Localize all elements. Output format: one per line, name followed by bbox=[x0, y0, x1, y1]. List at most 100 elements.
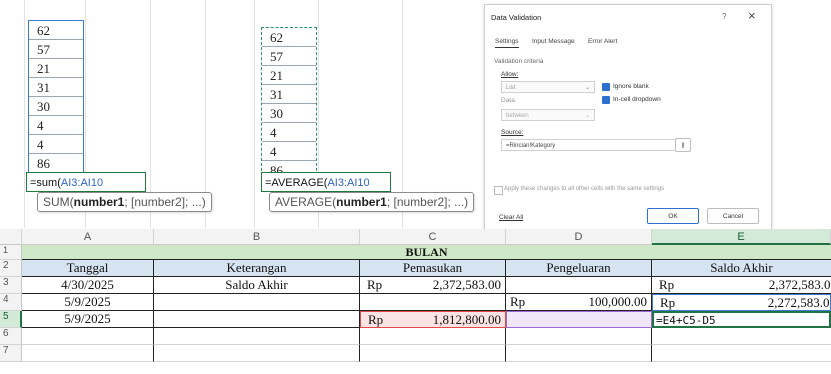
empty-cell[interactable] bbox=[154, 345, 360, 362]
cell-saldo[interactable]: Rp 2,372,583.00 bbox=[652, 277, 831, 294]
value-cell[interactable]: 30 bbox=[262, 104, 316, 123]
value-cell[interactable]: 62 bbox=[262, 28, 316, 47]
tooltip-function: AVERAGE( bbox=[275, 195, 337, 209]
allow-label: Allow: bbox=[501, 71, 519, 78]
middle-value-range[interactable]: 62 57 21 31 30 4 4 86 bbox=[261, 27, 317, 181]
select-all-corner[interactable] bbox=[0, 229, 22, 245]
currency-label: Rp bbox=[367, 277, 383, 292]
sum-formula-cell[interactable]: =sum(AI3:AI10 bbox=[26, 172, 146, 192]
help-icon[interactable]: ? bbox=[722, 12, 726, 21]
header-pemasukan[interactable]: Pemasukan bbox=[360, 260, 506, 277]
empty-cell[interactable] bbox=[360, 328, 506, 345]
ignore-blank-checkbox[interactable] bbox=[602, 83, 610, 91]
cell-pengeluaran[interactable] bbox=[506, 277, 652, 294]
cell-keterangan[interactable]: Saldo Akhir bbox=[154, 277, 360, 294]
value-cell[interactable]: 86 bbox=[29, 154, 83, 173]
formula-range-ref: AI3:AI10 bbox=[60, 177, 104, 189]
row-header-5[interactable]: 5 bbox=[0, 311, 22, 328]
tab-error-alert[interactable]: Error Alert bbox=[588, 38, 617, 45]
row-header-6[interactable]: 6 bbox=[0, 328, 22, 345]
source-input[interactable]: =Rincian!Kategory bbox=[501, 139, 685, 151]
data-validation-dialog: Data Validation ? × Settings Input Messa… bbox=[484, 4, 772, 230]
amount: 100,000.00 bbox=[588, 294, 648, 309]
allow-value: List bbox=[506, 85, 516, 91]
empty-cell[interactable] bbox=[652, 328, 831, 345]
value-cell[interactable]: 4 bbox=[29, 135, 83, 154]
row-header-3[interactable]: 3 bbox=[0, 277, 22, 294]
column-header-b[interactable]: B bbox=[154, 229, 360, 245]
left-value-range[interactable]: 62 57 21 31 30 4 4 86 bbox=[28, 20, 84, 174]
upload-arrow-icon: ⭱ bbox=[681, 141, 685, 150]
data-value: between bbox=[506, 113, 529, 119]
row-header-4[interactable]: 4 bbox=[0, 294, 22, 311]
data-label: Data: bbox=[501, 97, 517, 104]
row-header-7[interactable]: 7 bbox=[0, 345, 22, 362]
value-cell[interactable]: 62 bbox=[29, 21, 83, 40]
empty-cell[interactable] bbox=[22, 345, 154, 362]
bulan-banner[interactable]: BULAN bbox=[22, 245, 831, 260]
value-cell[interactable]: 31 bbox=[262, 85, 316, 104]
column-header-c[interactable]: C bbox=[360, 229, 506, 245]
chevron-down-icon: ⌄ bbox=[584, 113, 590, 119]
value-cell[interactable]: 4 bbox=[262, 142, 316, 161]
header-tanggal[interactable]: Tanggal bbox=[22, 260, 154, 277]
currency-label: Rp bbox=[659, 277, 675, 292]
value-cell[interactable]: 4 bbox=[262, 123, 316, 142]
column-header-d[interactable]: D bbox=[506, 229, 652, 245]
cell-keterangan[interactable] bbox=[154, 311, 360, 328]
row-header-2[interactable]: 2 bbox=[0, 260, 22, 277]
tab-settings[interactable]: Settings bbox=[495, 38, 519, 48]
collapse-range-button[interactable]: ⭱ bbox=[675, 138, 691, 152]
value-cell[interactable]: 57 bbox=[29, 40, 83, 59]
ok-button[interactable]: OK bbox=[647, 208, 699, 224]
value-cell[interactable]: 30 bbox=[29, 97, 83, 116]
cell-pemasukan[interactable]: Rp 1,812,800.00 bbox=[360, 311, 506, 328]
empty-cell[interactable] bbox=[506, 345, 652, 362]
cancel-button[interactable]: Cancel bbox=[707, 208, 759, 224]
cell-pengeluaran[interactable]: Rp 100,000.00 bbox=[506, 294, 652, 311]
cell-tanggal[interactable]: 4/30/2025 bbox=[22, 277, 154, 294]
empty-cell[interactable] bbox=[22, 328, 154, 345]
tooltip-arg-current: number1 bbox=[336, 195, 387, 209]
header-saldo-akhir[interactable]: Saldo Akhir bbox=[652, 260, 831, 277]
average-formula-cell[interactable]: =AVERAGE(AI3:AI10 bbox=[261, 172, 391, 192]
formula-range-ref: AI3:AI10 bbox=[327, 177, 370, 189]
value-cell[interactable]: 21 bbox=[29, 59, 83, 78]
value-cell[interactable]: 57 bbox=[262, 47, 316, 66]
clear-all-button[interactable]: Clear All bbox=[499, 214, 523, 221]
ignore-blank-label: Ignore blank bbox=[613, 83, 649, 90]
cell-tanggal[interactable]: 5/9/2025 bbox=[22, 294, 154, 311]
empty-cell[interactable] bbox=[652, 345, 831, 362]
column-header-a[interactable]: A bbox=[22, 229, 154, 245]
cell-saldo[interactable]: Rp 2,272,583.00 bbox=[652, 294, 831, 311]
value-cell[interactable]: 4 bbox=[29, 116, 83, 135]
cell-keterangan[interactable] bbox=[154, 294, 360, 311]
in-cell-dropdown-checkbox[interactable] bbox=[602, 96, 610, 104]
header-keterangan[interactable]: Keterangan bbox=[154, 260, 360, 277]
sum-syntax-tooltip: SUM(number1; [number2]; ...) bbox=[37, 192, 212, 212]
apply-checkbox[interactable] bbox=[494, 186, 503, 195]
in-cell-dropdown-label: In-cell dropdown bbox=[613, 96, 661, 103]
formula-prefix: =sum( bbox=[30, 177, 61, 189]
active-formula-cell[interactable]: =E4+C5-D5 bbox=[652, 311, 831, 328]
tab-input-message[interactable]: Input Message bbox=[532, 38, 575, 45]
cell-pengeluaran[interactable] bbox=[506, 311, 652, 328]
value-cell[interactable]: 21 bbox=[262, 66, 316, 85]
main-spreadsheet: A B C D E 1 2 3 4 5 6 7 BULAN Tanggal Ke… bbox=[0, 229, 831, 374]
cell-pemasukan[interactable] bbox=[360, 294, 506, 311]
allow-select[interactable]: List ⌄ bbox=[501, 81, 595, 93]
empty-cell[interactable] bbox=[154, 328, 360, 345]
empty-cell[interactable] bbox=[360, 345, 506, 362]
cell-pemasukan[interactable]: Rp 2,372,583.00 bbox=[360, 277, 506, 294]
source-value: =Rincian!Kategory bbox=[506, 143, 556, 149]
column-header-e[interactable]: E bbox=[652, 229, 831, 245]
header-pengeluaran[interactable]: Pengeluaran bbox=[506, 260, 652, 277]
value-cell[interactable]: 31 bbox=[29, 78, 83, 97]
empty-cell[interactable] bbox=[506, 328, 652, 345]
tooltip-arg-rest: ; [number2]; ...) bbox=[386, 195, 469, 209]
close-icon[interactable]: × bbox=[748, 8, 756, 23]
cell-tanggal[interactable]: 5/9/2025 bbox=[22, 311, 154, 328]
data-select: between ⌄ bbox=[501, 109, 595, 121]
apply-label: Apply these changes to all other cells w… bbox=[504, 186, 665, 192]
row-header-1[interactable]: 1 bbox=[0, 245, 22, 260]
